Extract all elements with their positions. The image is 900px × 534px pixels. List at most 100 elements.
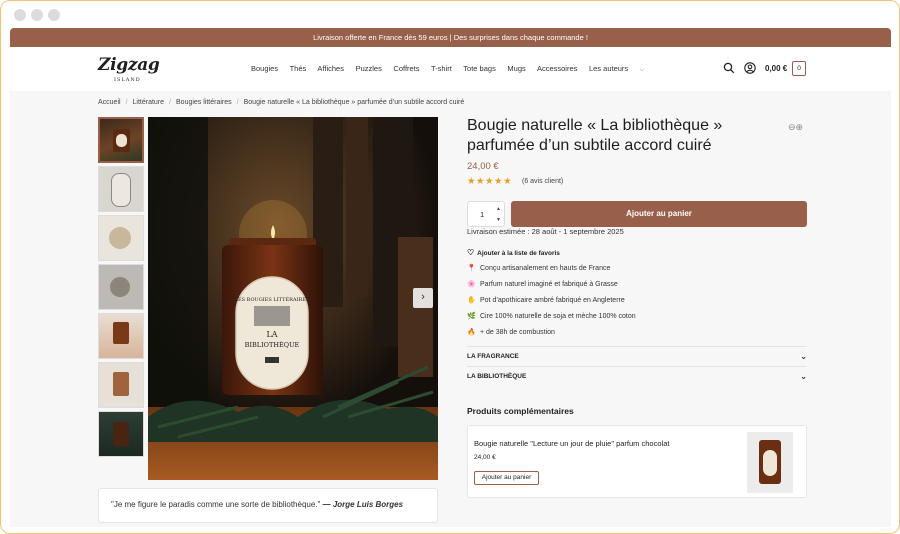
gallery-thumb-4[interactable]	[98, 264, 144, 310]
breadcrumb-separator: /	[236, 99, 239, 106]
thumb-candle-top	[109, 227, 131, 249]
window-maximize-dot[interactable]	[48, 9, 60, 21]
product-main-image[interactable]: LES BOUGIES LITTÉRAIRES LA BIBLIOTHÈQUE …	[148, 117, 438, 480]
browser-window: Livraison offerte en France dès 59 euros…	[0, 0, 900, 534]
candle-photo: LES BOUGIES LITTÉRAIRES LA BIBLIOTHÈQUE	[148, 117, 438, 480]
window-chrome	[1, 1, 899, 28]
quote-text: "Je me figure le paradis comme une sorte…	[111, 500, 321, 509]
cart-count-badge[interactable]: 0	[792, 61, 806, 76]
thumb-jar-hand	[113, 322, 129, 344]
feature-list: 📍 Conçu artisanalement en hauts de France…	[467, 264, 636, 344]
site-header: Zigzag ISLAND Bougies Thés Affiches Puzz…	[10, 47, 891, 91]
flower-icon: 🌸	[467, 281, 476, 288]
main-nav: Bougies Thés Affiches Puzzles Coffrets T…	[251, 64, 663, 74]
quantity-value[interactable]: 1	[480, 210, 484, 219]
breadcrumb-separator: /	[169, 99, 172, 106]
feature-item: 🌸 Parfum naturel imaginé et fabriqué à Gr…	[467, 280, 636, 296]
quantity-stepper[interactable]: 1 ▲ ▼	[467, 201, 505, 227]
promo-banner: Livraison offerte en France dès 59 euros…	[10, 28, 891, 47]
related-product-name[interactable]: Bougie naturelle "Lecture un jour de plu…	[474, 439, 669, 448]
nav-item-puzzles[interactable]: Puzzles	[356, 64, 382, 73]
nav-item-coffrets[interactable]: Coffrets	[393, 64, 419, 73]
gallery-thumb-7[interactable]	[98, 411, 144, 457]
rating-stars: ★★★★★	[467, 176, 513, 187]
feature-item: 🌿 Cire 100% naturelle de soja et mèche 10…	[467, 312, 636, 328]
feature-text: Parfum naturel imaginé et fabriqué à Gra…	[480, 281, 618, 288]
related-add-to-cart-button[interactable]: Ajouter au panier	[474, 471, 539, 485]
accordion-bibliotheque[interactable]: LA BIBLIOTHÈQUE ⌄	[467, 366, 807, 386]
gallery-thumb-5[interactable]	[98, 313, 144, 359]
breadcrumb-bougies[interactable]: Bougies littéraires	[176, 99, 232, 106]
accordion-bibliotheque-label: LA BIBLIOTHÈQUE	[467, 373, 527, 380]
related-product-image[interactable]	[747, 432, 793, 493]
wishlist-label: Ajouter à la liste de favoris	[477, 250, 560, 257]
delivery-estimate: Livraison estimée : 28 août - 1 septembr…	[467, 227, 624, 236]
nav-item-bougies[interactable]: Bougies	[251, 64, 278, 73]
author-quote: "Je me figure le paradis comme une sorte…	[98, 488, 438, 523]
heart-icon: ♡	[467, 248, 475, 257]
feature-item: ✋ Pot d’apothicaire ambré fabriqué en Ang…	[467, 296, 636, 312]
nav-item-tshirt[interactable]: T-shirt	[431, 64, 452, 73]
quote-author: — Jorge Luis Borges	[322, 500, 404, 509]
window-close-dot[interactable]	[14, 9, 26, 21]
gallery-thumb-6[interactable]	[98, 362, 144, 408]
feature-text: Conçu artisanalement en hauts de France	[480, 265, 611, 272]
account-icon[interactable]	[744, 62, 756, 74]
breadcrumb-separator: /	[125, 99, 128, 106]
leaf-icon: 🌿	[467, 313, 476, 320]
quantity-down-icon[interactable]: ▼	[496, 217, 501, 223]
related-product-price: 24,00 €	[474, 454, 496, 461]
feature-text: Cire 100% naturelle de soja et mèche 100…	[480, 313, 636, 320]
nav-item-accessoires[interactable]: Accessoires	[537, 64, 577, 73]
thumb-jar-light	[113, 372, 129, 396]
feature-item: 🔥 + de 38h de combustion	[467, 328, 636, 344]
breadcrumb-litterature[interactable]: Littérature	[133, 99, 165, 106]
flame-icon: 🔥	[467, 329, 476, 336]
chevron-down-icon: ⌄	[800, 352, 807, 361]
quantity-up-icon[interactable]: ▲	[496, 206, 501, 212]
pin-icon: 📍	[467, 265, 476, 272]
thumb-label-art	[111, 173, 131, 207]
logo-subtitle: ISLAND	[114, 77, 141, 83]
product-price: 24,00 €	[467, 161, 499, 172]
prev-product-icon[interactable]: ⊖	[788, 122, 796, 132]
logo-wordmark: Zigzag	[98, 55, 160, 75]
chevron-down-icon: ⌄	[800, 372, 807, 381]
breadcrumb-home[interactable]: Accueil	[98, 99, 121, 106]
nav-item-auteurs-label: Les auteurs	[588, 64, 629, 73]
add-to-cart-button[interactable]: Ajouter au panier	[511, 201, 807, 227]
next-product-icon[interactable]: ⊕	[796, 122, 804, 132]
thumb-label	[116, 134, 127, 147]
nav-item-auteurs[interactable]: Les auteurs ⌵	[589, 64, 654, 73]
cart-total[interactable]: 0,00 €	[765, 64, 787, 73]
label-line-3: BIBLIOTHÈQUE	[245, 340, 300, 349]
accordion-fragrance[interactable]: LA FRAGRANCE ⌄	[467, 346, 807, 366]
nav-item-thes[interactable]: Thés	[290, 64, 307, 73]
related-products-title: Produits complémentaires	[467, 406, 574, 416]
product-title: Bougie naturelle « La bibliothèque » par…	[467, 117, 723, 154]
related-product-card: Bougie naturelle "Lecture un jour de plu…	[467, 425, 807, 498]
search-icon[interactable]	[723, 62, 735, 74]
nav-item-affiches[interactable]: Affiches	[317, 64, 344, 73]
gallery-thumb-3[interactable]	[98, 215, 144, 261]
nav-item-mugs[interactable]: Mugs	[507, 64, 525, 73]
related-jar-label	[763, 450, 777, 476]
label-line-2: LA	[266, 330, 277, 339]
window-minimize-dot[interactable]	[31, 9, 43, 21]
review-count-link[interactable]: (6 avis client)	[522, 178, 563, 185]
nav-item-totebags[interactable]: Tote bags	[463, 64, 496, 73]
thumb-candle-round	[110, 277, 130, 297]
product-page: Accueil / Littérature / Bougies littéraires /…	[10, 91, 891, 527]
chevron-down-icon: ⌵	[639, 67, 645, 73]
thumb-jar-dark	[113, 422, 129, 446]
gallery-thumb-2[interactable]	[98, 166, 144, 212]
feature-text: + de 38h de combustion	[480, 329, 555, 336]
gallery-next-button[interactable]: ›	[413, 288, 433, 308]
wishlist-link[interactable]: ♡ Ajouter à la liste de favoris	[467, 248, 560, 257]
feature-item: 📍 Conçu artisanalement en hauts de France	[467, 264, 636, 280]
product-pager: ⊖⊕	[788, 122, 803, 133]
breadcrumb: Accueil / Littérature / Bougies littéraires /…	[98, 99, 464, 106]
site-logo[interactable]: Zigzag ISLAND	[98, 55, 160, 83]
breadcrumb-current: Bougie naturelle « La bibliothèque » par…	[243, 99, 465, 106]
gallery-thumb-1[interactable]	[98, 117, 144, 163]
